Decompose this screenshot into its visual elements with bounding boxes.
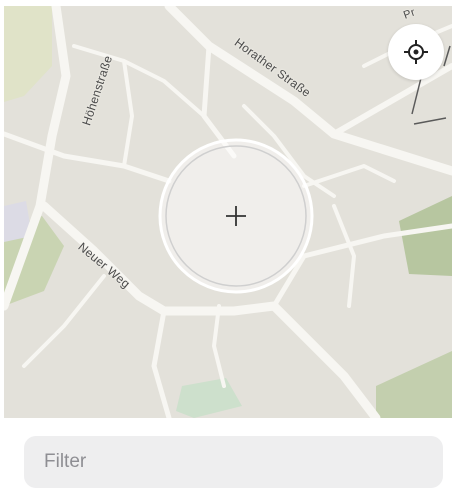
park-area: [399, 196, 452, 276]
park-area: [376, 351, 452, 418]
path-line: [443, 45, 451, 67]
locate-me-button[interactable]: [388, 24, 444, 80]
sports-field: [176, 378, 242, 418]
park-area: [4, 6, 52, 102]
road: [151, 308, 172, 418]
road: [302, 164, 396, 188]
filter-field[interactable]: [24, 436, 443, 488]
road: [332, 204, 356, 308]
path-line: [411, 73, 423, 115]
selection-reticle: [158, 138, 314, 294]
road: [331, 63, 452, 137]
road: [4, 131, 172, 184]
app-screen: Höhenstraße Horather Straße Neuer Weg Pr: [0, 0, 456, 501]
crosshair-target-icon: [404, 40, 428, 64]
filter-input[interactable]: [42, 450, 443, 474]
road: [122, 59, 206, 118]
path-line: [413, 117, 447, 125]
road: [212, 304, 226, 388]
map-view[interactable]: Höhenstraße Horather Straße Neuer Weg Pr: [4, 6, 452, 418]
